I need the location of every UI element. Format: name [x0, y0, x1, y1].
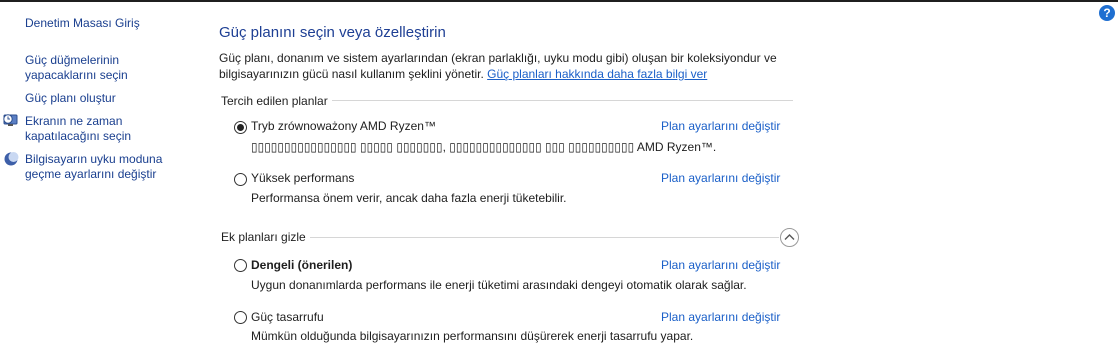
plan-name[interactable]: Dengeli (önerilen) [251, 258, 352, 272]
plan-name[interactable]: Yüksek performans [251, 171, 354, 185]
moon-icon [4, 152, 19, 166]
window-top-border [0, 0, 1118, 2]
plan-description: Mümkün olduğunda bilgisayarınızın perfor… [251, 329, 694, 343]
extra-plans-label[interactable]: Ek planları gizle [221, 230, 310, 244]
sidebar-item-display-off[interactable]: Ekranın ne zaman kapatılacağını seçin [25, 114, 155, 144]
more-info-link[interactable]: Güç planları hakkında daha fazla bilgi v… [487, 67, 707, 81]
change-plan-settings-link[interactable]: Plan ayarlarını değiştir [661, 171, 780, 185]
monitor-clock-icon [3, 114, 18, 126]
plan-radio-high-performance[interactable] [234, 173, 247, 186]
help-icon[interactable]: ? [1099, 5, 1115, 21]
preferred-plans-label: Tercih edilen planlar [221, 94, 332, 108]
plan-radio-balanced[interactable] [234, 259, 247, 272]
plan-name[interactable]: Güç tasarrufu [251, 310, 324, 324]
plan-description: ▯▯▯▯▯▯▯▯▯▯▯▯▯▯▯▯ ▯▯▯▯▯ ▯▯▯▯▯▯▯, ▯▯▯▯▯▯▯▯… [251, 140, 717, 154]
plan-radio-amd-balanced[interactable] [234, 121, 247, 134]
change-plan-settings-link[interactable]: Plan ayarlarını değiştir [661, 258, 780, 272]
change-plan-settings-link[interactable]: Plan ayarlarını değiştir [661, 310, 780, 324]
page-title: Güç planını seçin veya özelleştirin [219, 24, 446, 41]
page-description: Güç planı, donanım ve sistem ayarlarında… [219, 50, 789, 82]
plan-description: Uygun donanımlarda performans ile enerji… [251, 278, 747, 292]
sidebar-item-sleep-settings[interactable]: Bilgisayarın uyku moduna geçme ayarların… [25, 152, 175, 182]
collapse-chevron-up-icon[interactable] [780, 228, 799, 247]
change-plan-settings-link[interactable]: Plan ayarlarını değiştir [661, 119, 780, 133]
plan-radio-power-saver[interactable] [234, 311, 247, 324]
sidebar-item-create-plan[interactable]: Güç planı oluştur [25, 91, 116, 106]
plan-description: Performansa önem verir, ancak daha fazla… [251, 191, 567, 205]
sidebar-item-power-buttons[interactable]: Güç düğmelerinin yapacaklarını seçin [25, 53, 155, 83]
plan-name[interactable]: Tryb zrównoważony AMD Ryzen™ [251, 119, 436, 133]
control-panel-home-link[interactable]: Denetim Masası Giriş [25, 16, 140, 31]
